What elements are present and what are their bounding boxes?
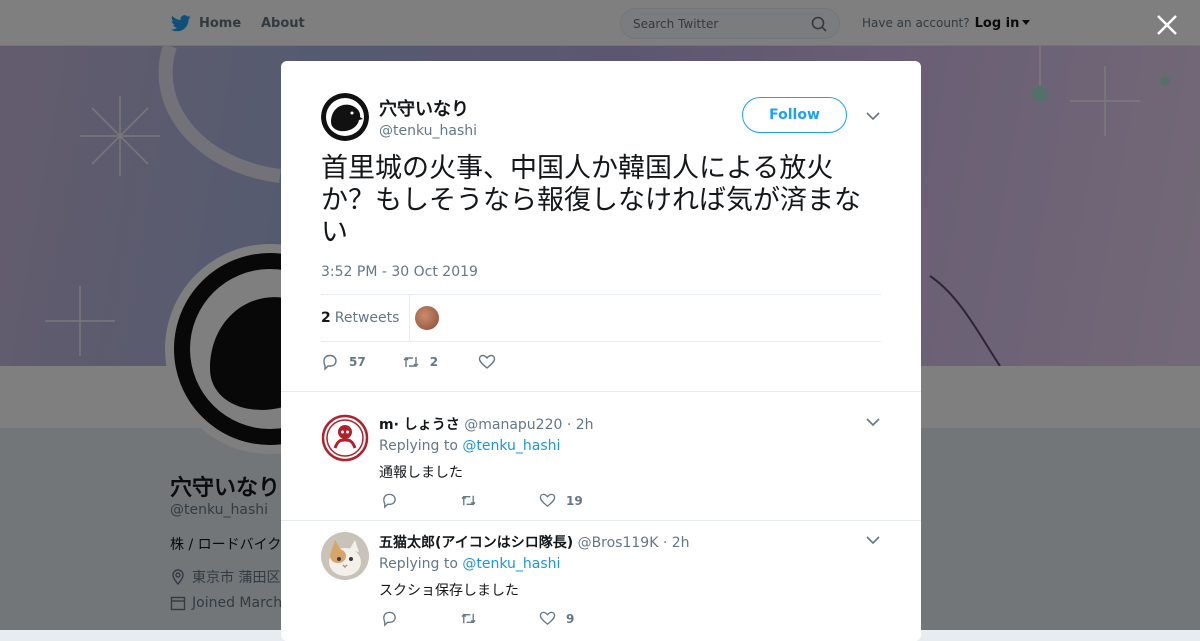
- retweet-count: 2: [429, 355, 439, 369]
- replying-to-prefix: Replying to: [379, 438, 458, 454]
- cat-avatar-image: [321, 532, 369, 580]
- tweet-permalink-modal: 穴守いなり @tenku_hashi Follow 首里城の火事、中国人か韓国人…: [281, 61, 921, 641]
- retweet-icon: [403, 357, 419, 367]
- replying-to: Replying to @tenku_hashi: [379, 438, 560, 454]
- reply-avatar[interactable]: [321, 414, 369, 462]
- chevron-down-icon[interactable]: [865, 108, 881, 124]
- reply-actions: 9: [381, 610, 574, 627]
- divider: [281, 520, 921, 521]
- tweet-author-avatar[interactable]: [321, 93, 369, 141]
- chevron-down-icon[interactable]: [865, 532, 881, 548]
- reply-action[interactable]: 57: [321, 353, 366, 371]
- retweet-action[interactable]: [460, 492, 477, 509]
- retweets-stat-label: Retweets: [334, 310, 400, 326]
- replying-to-link[interactable]: @tenku_hashi: [462, 438, 560, 454]
- like-count: 19: [566, 493, 583, 508]
- replying-to: Replying to @tenku_hashi: [379, 556, 560, 572]
- reply-time[interactable]: · 2h: [663, 535, 690, 551]
- tweet-actions: 57 2: [321, 353, 496, 371]
- tweet-stats: 2 Retweets: [321, 294, 881, 342]
- tweet-author: 穴守いなり @tenku_hashi: [321, 93, 477, 141]
- reply-actions: 19: [381, 492, 583, 509]
- retweet-action[interactable]: 2: [402, 353, 438, 371]
- retweet-action[interactable]: [460, 610, 477, 627]
- tweet-timestamp[interactable]: 3:52 PM - 30 Oct 2019: [321, 264, 478, 280]
- retweet-icon: [461, 495, 476, 506]
- heart-icon: [478, 354, 496, 369]
- reply-icon: [383, 611, 396, 627]
- reply-avatar[interactable]: [321, 532, 369, 580]
- tweet-text: 首里城の火事、中国人か韓国人による放火か？もしそうなら報復しなければ気が済まない: [321, 153, 861, 248]
- reply-header: m· しょうさ @manapu220 · 2h: [379, 414, 594, 434]
- like-action[interactable]: 19: [539, 492, 583, 509]
- close-icon[interactable]: [1154, 12, 1180, 38]
- tweet-author-handle[interactable]: @tenku_hashi: [379, 123, 477, 139]
- heart-icon: [539, 493, 556, 508]
- reply-header: 五猫太郎(アイコンはシロ隊長) @Bros119K · 2h: [379, 532, 690, 552]
- tweet-author-name[interactable]: 穴守いなり: [379, 95, 477, 121]
- reply-text: 通報しました: [379, 465, 463, 481]
- follow-button[interactable]: Follow: [742, 97, 847, 133]
- reply-icon: [323, 354, 337, 371]
- reply-action[interactable]: [381, 492, 398, 509]
- divider: [281, 391, 921, 392]
- reply-text: スクショ保存しました: [379, 583, 519, 599]
- heart-icon: [539, 611, 556, 626]
- retweet-icon: [461, 613, 476, 624]
- reply-action[interactable]: [381, 610, 398, 627]
- bird-logo-icon: [321, 93, 369, 141]
- reply-count: 57: [349, 355, 366, 369]
- like-action[interactable]: 9: [539, 610, 574, 627]
- reply-author-name[interactable]: m· しょうさ: [379, 417, 460, 433]
- like-count: 9: [566, 611, 575, 626]
- reply-author-handle[interactable]: @manapu220: [464, 417, 562, 433]
- chevron-down-icon[interactable]: [865, 414, 881, 430]
- reply-author-name[interactable]: 五猫太郎(アイコンはシロ隊長): [379, 535, 573, 551]
- retweets-stat[interactable]: 2 Retweets: [321, 295, 411, 341]
- retweeter-avatar[interactable]: [415, 306, 439, 330]
- reply-time[interactable]: · 2h: [567, 417, 594, 433]
- like-action[interactable]: [478, 353, 496, 371]
- replying-to-link[interactable]: @tenku_hashi: [462, 556, 560, 572]
- reply-author-handle[interactable]: @Bros119K: [578, 535, 659, 551]
- reply-icon: [383, 493, 396, 509]
- tweet-author-names: 穴守いなり @tenku_hashi: [379, 95, 477, 139]
- retweets-stat-count: 2: [321, 310, 331, 326]
- avatar-image: [321, 414, 369, 462]
- replying-to-prefix: Replying to: [379, 556, 458, 572]
